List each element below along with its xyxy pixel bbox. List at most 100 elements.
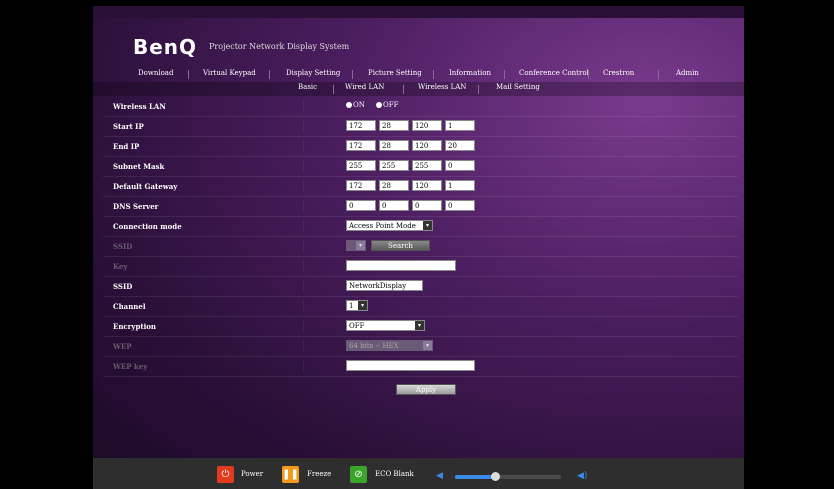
subnav-wireless-lan[interactable]: Wireless LAN — [418, 83, 466, 91]
dns-octet-2[interactable]: 0 — [379, 200, 409, 211]
volume-slider[interactable] — [455, 472, 561, 481]
ssid-search-label: SSID — [113, 242, 133, 251]
channel-select[interactable]: 1 ▾ — [346, 300, 368, 311]
wireless-off-label: OFF — [383, 101, 399, 109]
nav-separator — [658, 70, 659, 79]
system-name: Projector Network Display System — [209, 42, 350, 51]
start-ip-octet-2[interactable]: 28 — [379, 120, 409, 131]
row-wep-key: WEP key — [103, 356, 738, 377]
row-end-ip: End IP 172 28 120 20 — [103, 136, 738, 157]
volume-knob[interactable] — [491, 472, 501, 481]
ssid-input[interactable]: NetworkDisplay — [346, 280, 423, 291]
wireless-on-radio[interactable]: ON — [346, 101, 365, 109]
power-button[interactable]: ⏻ — [217, 466, 234, 483]
start-ip-octet-4[interactable]: 1 — [445, 120, 475, 131]
end-ip-octet-2[interactable]: 28 — [379, 140, 409, 151]
row-divider — [303, 260, 304, 272]
row-divider — [303, 320, 304, 332]
end-ip-octet-1[interactable]: 172 — [346, 140, 376, 151]
subnav-separator — [403, 85, 404, 94]
volume-down-icon[interactable]: ◀ — [436, 471, 443, 481]
subnav-basic[interactable]: Basic — [298, 83, 317, 91]
start-ip-label: Start IP — [113, 122, 144, 131]
subnet-octet-2[interactable]: 255 — [379, 160, 409, 171]
subnav-mail-setting[interactable]: Mail Setting — [496, 83, 540, 91]
chevron-down-icon: ▾ — [423, 341, 432, 350]
radio-unselected-icon — [376, 102, 382, 108]
subnet-octet-1[interactable]: 255 — [346, 160, 376, 171]
nav-picture-setting[interactable]: Picture Setting — [368, 69, 422, 77]
row-divider — [303, 140, 304, 152]
connection-mode-label: Connection mode — [113, 222, 182, 231]
start-ip-octet-3[interactable]: 120 — [412, 120, 442, 131]
connection-mode-select[interactable]: Access Point Mode ▾ — [346, 220, 433, 231]
nav-information[interactable]: Information — [449, 69, 491, 77]
row-ssid-search: SSID ▾ Search — [103, 236, 738, 257]
nav-crestron[interactable]: Crestron — [603, 69, 634, 77]
wep-value: 64 bits -- HEX — [349, 342, 399, 350]
nav-separator — [588, 70, 589, 79]
row-divider — [303, 220, 304, 232]
row-start-ip: Start IP 172 28 120 1 — [103, 116, 738, 137]
wireless-lan-label: Wireless LAN — [113, 102, 166, 111]
search-button[interactable]: Search — [371, 240, 430, 251]
nav-conference-control[interactable]: Conference Control — [519, 69, 589, 77]
wep-key-input[interactable] — [346, 360, 475, 371]
nav-virtual-keypad[interactable]: Virtual Keypad — [203, 69, 256, 77]
end-ip-label: End IP — [113, 142, 140, 151]
start-ip-octet-1[interactable]: 172 — [346, 120, 376, 131]
row-wep: WEP 64 bits -- HEX ▾ — [103, 336, 738, 357]
key-input[interactable] — [346, 260, 456, 271]
gateway-octet-3[interactable]: 120 — [412, 180, 442, 191]
subnav-separator — [478, 85, 479, 94]
apply-button[interactable]: Apply — [396, 384, 456, 395]
subnav-wired-lan[interactable]: Wired LAN — [345, 83, 384, 91]
ssid-list-select[interactable]: ▾ — [346, 240, 366, 251]
power-label: Power — [241, 470, 264, 478]
volume-fill — [455, 475, 496, 479]
gateway-octet-2[interactable]: 28 — [379, 180, 409, 191]
chevron-down-icon: ▾ — [358, 301, 367, 310]
volume-up-icon[interactable]: ◀) — [577, 471, 587, 481]
freeze-button[interactable]: ❚❚ — [282, 466, 299, 483]
row-divider — [303, 180, 304, 192]
web-page: BenQ Projector Network Display System Do… — [93, 6, 744, 489]
row-divider — [303, 340, 304, 352]
dns-octet-4[interactable]: 0 — [445, 200, 475, 211]
row-divider — [303, 200, 304, 212]
wep-select[interactable]: 64 bits -- HEX ▾ — [346, 340, 433, 351]
subnet-octet-4[interactable]: 0 — [445, 160, 475, 171]
top-bar — [93, 6, 744, 18]
wep-label: WEP — [113, 342, 132, 351]
nav-display-setting[interactable]: Display Setting — [286, 69, 340, 77]
subnet-mask-label: Subnet Mask — [113, 162, 165, 171]
nav-download[interactable]: Download — [138, 69, 173, 77]
row-encryption: Encryption OFF ▾ — [103, 316, 738, 337]
dns-octet-1[interactable]: 0 — [346, 200, 376, 211]
subnet-octet-3[interactable]: 255 — [412, 160, 442, 171]
wep-key-label: WEP key — [113, 362, 148, 371]
sub-nav: Basic Wired LAN Wireless LAN Mail Settin… — [93, 82, 744, 96]
pause-icon: ❚❚ — [282, 469, 299, 480]
row-default-gateway: Default Gateway 172 28 120 1 — [103, 176, 738, 197]
nav-separator — [504, 70, 505, 79]
nav-separator — [188, 70, 189, 79]
nav-separator — [269, 70, 270, 79]
chevron-down-icon: ▾ — [356, 241, 365, 250]
row-divider — [303, 280, 304, 292]
dns-octet-3[interactable]: 0 — [412, 200, 442, 211]
gateway-octet-4[interactable]: 1 — [445, 180, 475, 191]
encryption-select[interactable]: OFF ▾ — [346, 320, 425, 331]
nav-separator — [433, 70, 434, 79]
eco-blank-button[interactable]: ⊘ — [350, 466, 367, 483]
nav-admin[interactable]: Admin — [676, 69, 699, 77]
main-nav: Download Virtual Keypad Display Setting … — [93, 69, 744, 81]
encryption-label: Encryption — [113, 322, 156, 331]
wireless-on-label: ON — [353, 101, 365, 109]
ssid-label: SSID — [113, 282, 133, 291]
row-divider — [303, 240, 304, 252]
end-ip-octet-3[interactable]: 120 — [412, 140, 442, 151]
gateway-octet-1[interactable]: 172 — [346, 180, 376, 191]
end-ip-octet-4[interactable]: 20 — [445, 140, 475, 151]
wireless-off-radio[interactable]: OFF — [376, 101, 398, 109]
